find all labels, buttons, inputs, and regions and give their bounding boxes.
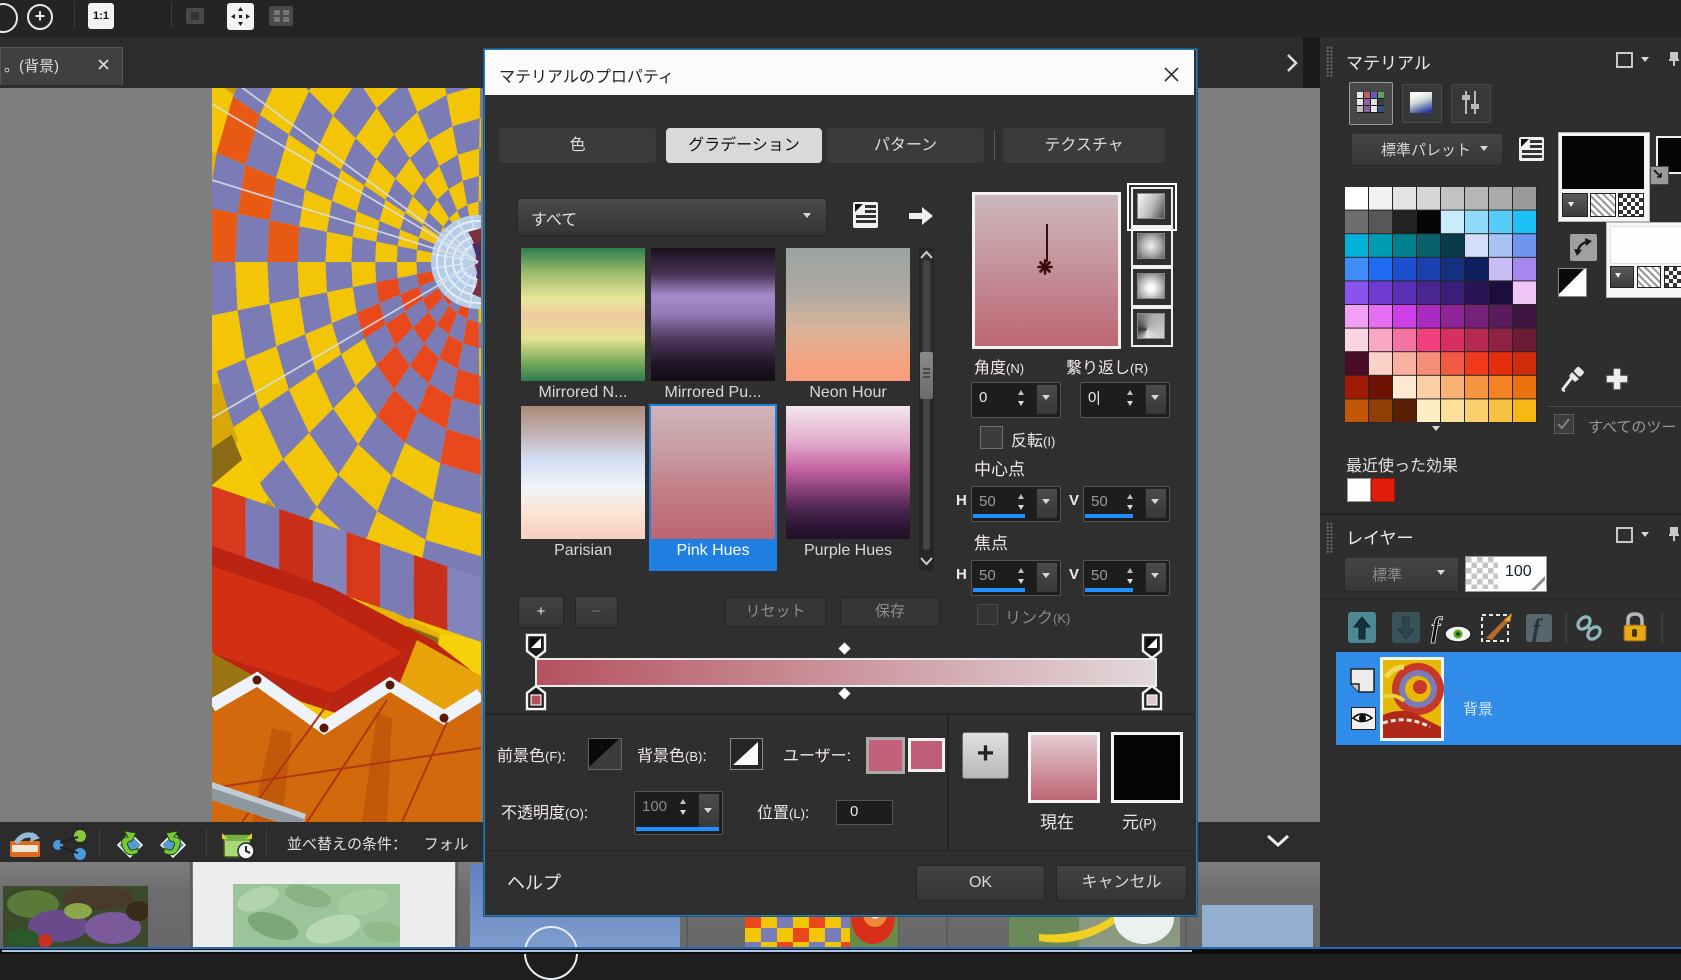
svg-text:f: f xyxy=(1431,613,1443,644)
